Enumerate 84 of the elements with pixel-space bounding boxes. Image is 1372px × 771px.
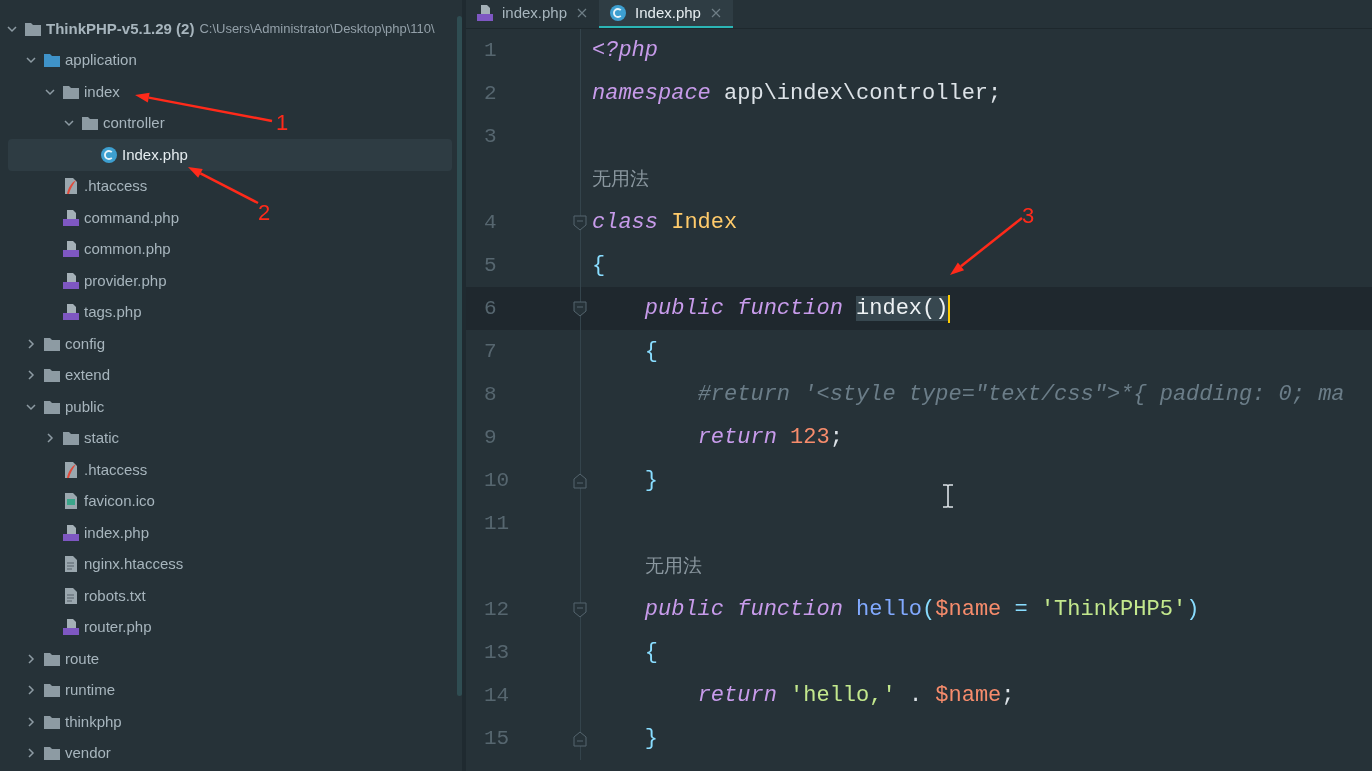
usage-hint: 无用法 [644,554,702,579]
php-file-icon [62,240,80,259]
class-icon [609,4,628,22]
close-icon[interactable] [577,8,588,18]
php-file-icon [62,208,80,227]
code-line: { [643,639,658,667]
fold-marker-icon[interactable] [573,601,587,618]
file-item[interactable]: provider.php [0,265,173,297]
fold-marker-icon[interactable] [573,472,587,489]
chevron-icon[interactable] [25,715,37,728]
folder-item[interactable]: public [0,391,111,423]
chevron-icon[interactable] [25,369,37,382]
php-file-icon [62,523,80,542]
annotation-number: 1 [276,110,289,135]
feather-file-icon [62,177,80,196]
code-line: } [643,725,658,753]
fold-marker-icon[interactable] [573,214,587,231]
text-file-icon [62,555,80,574]
folder-icon [43,744,61,763]
code-line: #return '<style type="text/css">*{ padding: 0; ma [696,381,1345,409]
code-line: } [643,467,658,495]
fold-marker-icon[interactable] [573,730,587,747]
chevron-icon[interactable] [25,652,37,665]
file-item[interactable]: favicon.ico [0,485,161,517]
file-item[interactable]: robots.txt [0,580,152,612]
file-item[interactable]: nginx.htaccess [0,548,190,580]
code-line: public function index() [643,295,949,323]
chevron-icon[interactable] [44,432,56,445]
file-item[interactable]: tags.php [0,296,148,328]
chevron-icon[interactable] [25,747,37,760]
folder-item[interactable]: index [0,76,126,108]
editor-tab[interactable]: index.php [466,0,600,28]
folder-item[interactable]: extend [0,359,117,391]
file-item[interactable]: index.php [0,517,156,549]
folder-item[interactable]: application [0,44,143,76]
scrollbar[interactable] [457,16,462,696]
php-file-icon [62,303,80,322]
close-icon[interactable] [710,8,721,18]
folder-item[interactable]: route [0,643,106,675]
image-file-icon [62,492,80,511]
folder-item[interactable]: config [0,328,112,360]
code-line: { [592,252,606,280]
folder-item[interactable]: thinkphp [0,706,128,738]
folder-item[interactable]: ThinkPHP-v5.1.29 (2) C:\Users\Administrator\Desktop\php\110\ [0,13,441,45]
project-path: C:\Users\Administrator\Desktop\php\110\ [199,20,435,38]
editor-tab[interactable]: Index.php [599,0,733,28]
folder-icon [81,114,99,133]
file-item[interactable]: .htaccess [0,454,154,486]
code-line: { [643,338,658,366]
text-file-icon [62,586,80,605]
folder-icon [43,681,61,700]
fold-marker-icon[interactable] [573,300,587,317]
folder-item[interactable]: runtime [0,674,122,706]
code-line: <?php [592,37,658,65]
folder-icon [62,429,80,448]
usage-hint: 无用法 [592,167,649,192]
code-line: public function hello($name = 'ThinkPHP5') [643,596,1200,624]
code-line: return 'hello,' . $name; [696,682,1015,710]
file-item[interactable]: .htaccess [0,170,154,202]
annotation-number: 3 [1022,203,1035,228]
annotation-arrow [188,167,259,205]
folder-item[interactable]: static [0,422,125,454]
file-item[interactable]: Index.php [8,139,452,171]
line-number: 6 [484,296,497,320]
annotation-number: 2 [258,200,271,225]
file-item[interactable]: router.php [0,611,158,643]
php-file-icon [62,271,80,290]
php-file-icon [62,618,80,637]
file-item[interactable]: common.php [0,233,177,265]
file-item[interactable]: command.php [0,202,186,234]
folder-item[interactable]: vendor [0,737,117,769]
code-line: return 123; [696,424,843,452]
chevron-icon[interactable] [25,684,37,697]
folder-icon [43,51,61,70]
php-file-icon [476,4,494,22]
text-caret [948,294,951,323]
chevron-icon[interactable] [25,337,37,350]
text-cursor-icon [941,484,955,508]
folder-item[interactable]: controller [0,107,171,139]
feather-file-icon [62,460,80,479]
code-line: class Index [592,209,738,237]
code-line: namespace app\index\controller; [592,80,1002,108]
class-icon [100,145,118,164]
folder-icon [43,366,61,385]
